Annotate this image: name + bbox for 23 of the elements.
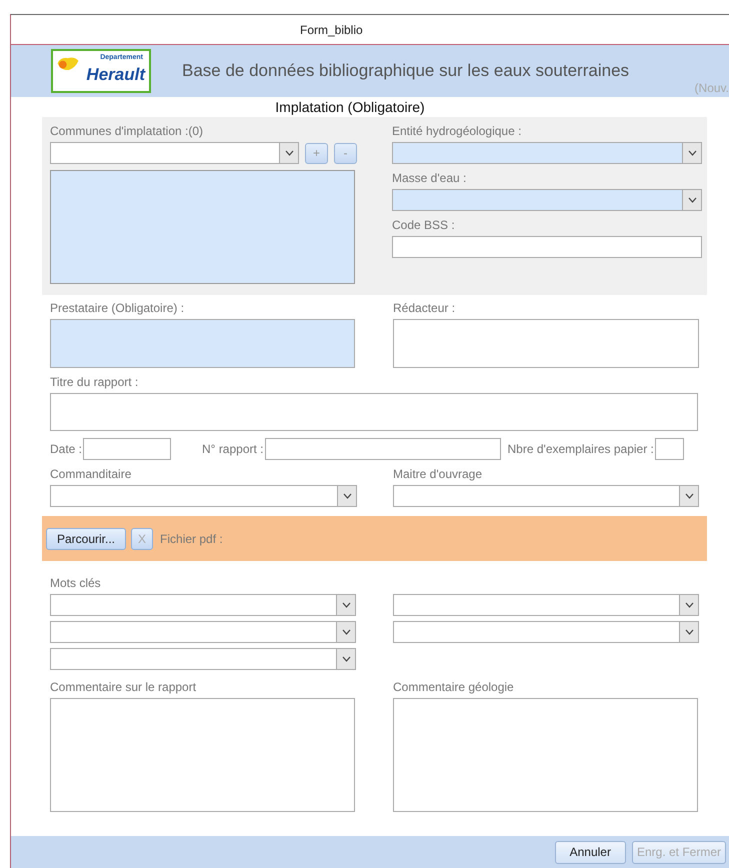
field-label: Date : bbox=[50, 442, 82, 456]
field-label: Code BSS : bbox=[392, 218, 456, 232]
logo-title: Herault bbox=[86, 65, 145, 85]
section-title: Implatation (Obligatoire) bbox=[275, 99, 425, 115]
app-title: Base de données bibliographique sur les eaux souterraines bbox=[182, 61, 630, 81]
field-label: Titre du rapport : bbox=[50, 375, 140, 389]
field-label: Masse d'eau : bbox=[392, 171, 468, 185]
file-button[interactable]: Parcourir... bbox=[46, 528, 126, 550]
field-label: Nbre d'exemplaires papier : bbox=[508, 442, 654, 456]
field-label: Mots clés bbox=[50, 576, 102, 590]
field-label: Maitre d'ouvrage bbox=[393, 467, 484, 481]
field-label: Prestataire (Obligatoire) : bbox=[50, 301, 186, 315]
field-label: N° rapport : bbox=[202, 442, 264, 456]
window-title: Form_biblio bbox=[300, 22, 363, 36]
file-label: Fichier pdf : bbox=[160, 532, 223, 546]
field-label: Entité hydrogéologique : bbox=[392, 124, 522, 138]
action-button[interactable]: Annuler bbox=[554, 840, 626, 864]
record-status: (Nouv. bbox=[694, 81, 729, 95]
field-label: Rédacteur : bbox=[393, 301, 456, 315]
field-label: Commanditaire bbox=[50, 467, 132, 481]
field-label: Commentaire géologie bbox=[393, 680, 515, 694]
field-label: Commentaire sur le rapport bbox=[50, 680, 198, 694]
field-label: Communes d'implatation :(0) bbox=[50, 124, 204, 138]
